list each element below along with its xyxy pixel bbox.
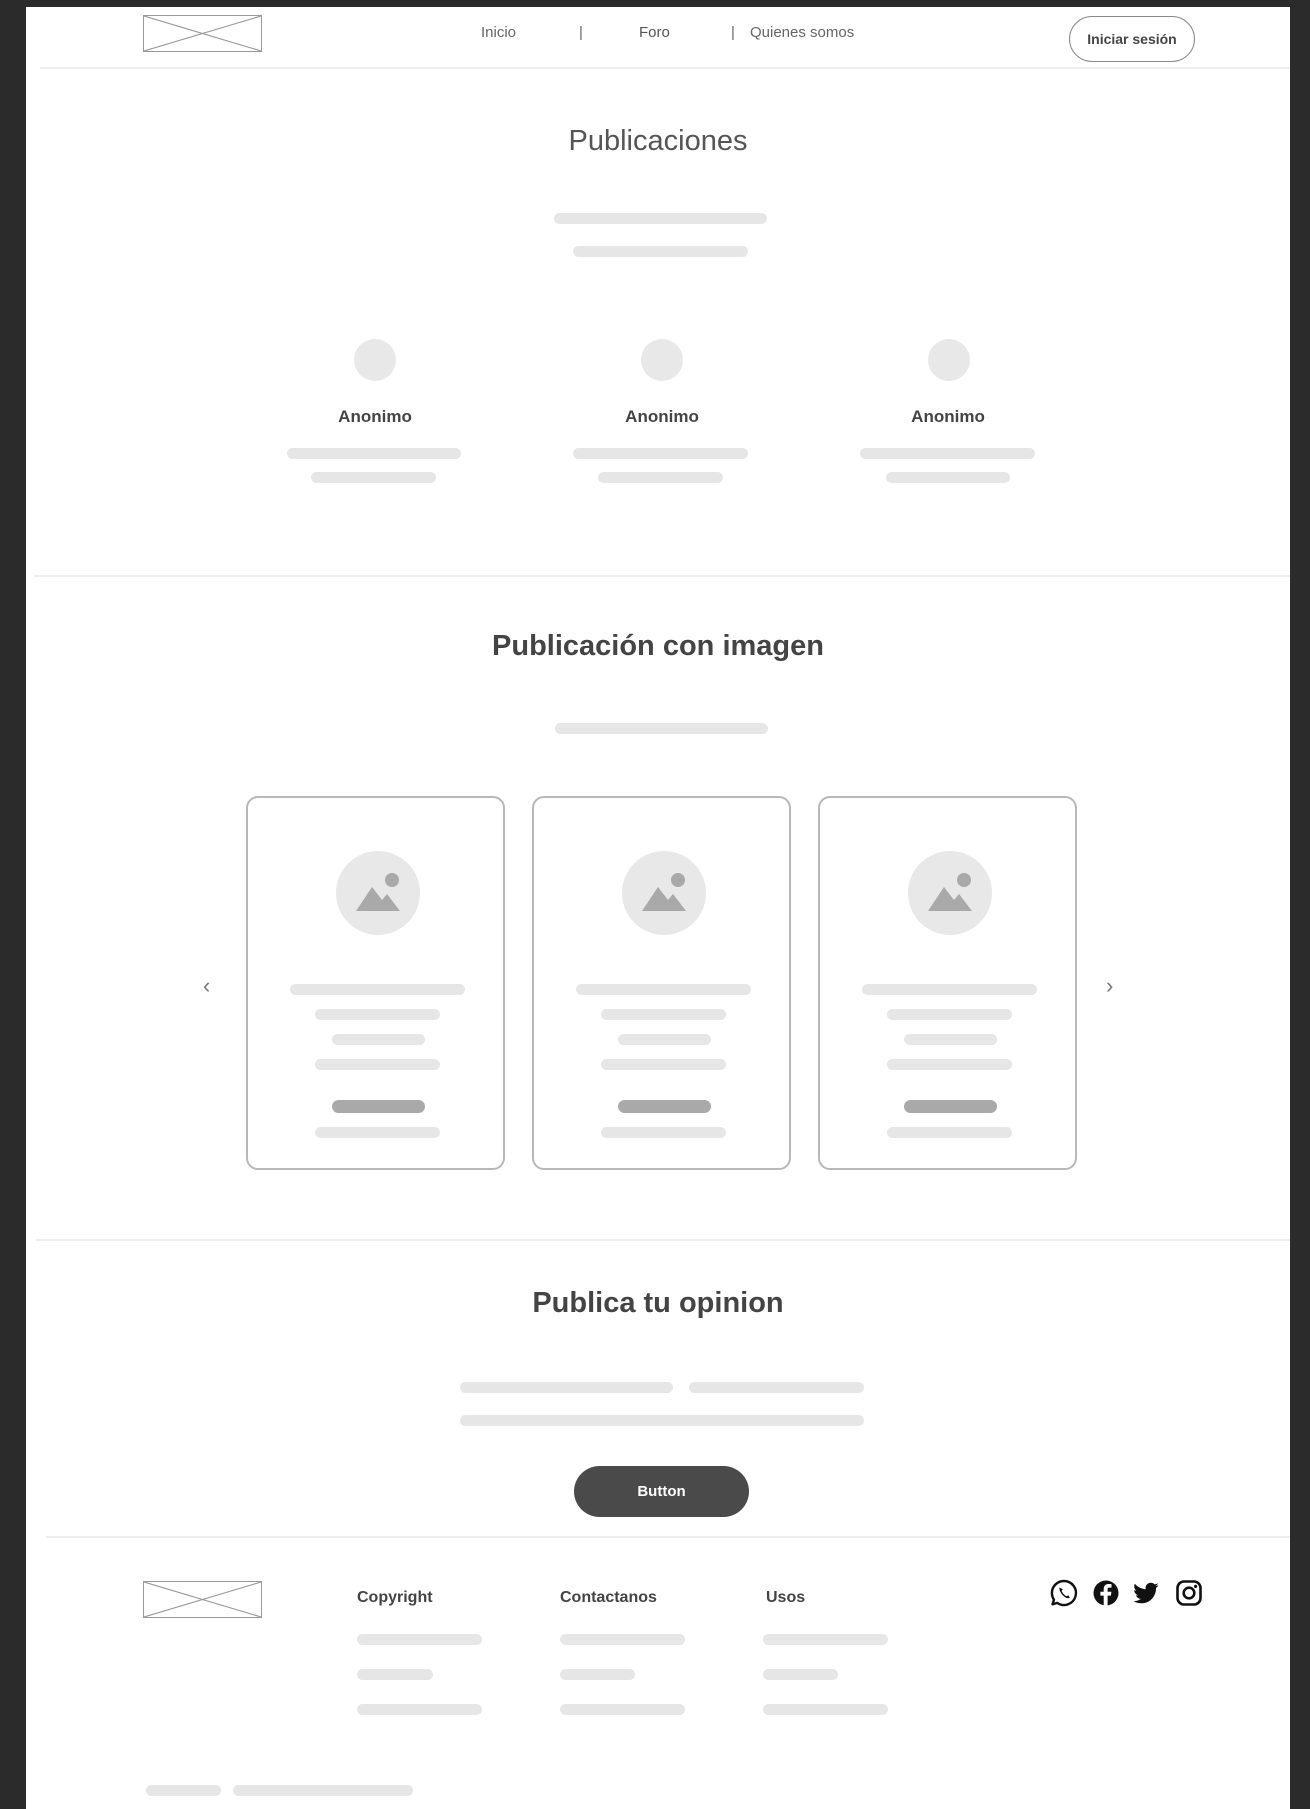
footer-link-placeholder[interactable] <box>560 1634 685 1645</box>
text-placeholder <box>290 984 465 995</box>
nav-foro[interactable]: Foro <box>639 24 670 41</box>
text-placeholder <box>315 1127 440 1138</box>
text-placeholder <box>601 1127 726 1138</box>
text-placeholder <box>598 472 723 483</box>
image-icon <box>622 851 706 935</box>
logo-placeholder[interactable] <box>143 15 262 52</box>
author-name: Anonimo <box>338 407 412 426</box>
text-placeholder <box>554 213 767 224</box>
footer-link-placeholder[interactable] <box>357 1634 482 1645</box>
text-placeholder <box>887 1127 1012 1138</box>
whatsapp-icon[interactable] <box>1049 1578 1079 1608</box>
submit-button[interactable]: Button <box>574 1466 749 1517</box>
footer-bottom-placeholder <box>146 1785 221 1796</box>
image-card[interactable] <box>246 796 505 1170</box>
page: Inicio | Foro | Quienes somos Iniciar se… <box>26 7 1290 1809</box>
text-placeholder <box>618 1034 711 1045</box>
footer-link-placeholder[interactable] <box>560 1704 685 1715</box>
text-placeholder <box>573 246 748 257</box>
carousel-next-arrow[interactable]: › <box>1106 973 1113 999</box>
input-placeholder[interactable] <box>460 1382 673 1393</box>
card-button-placeholder[interactable] <box>332 1100 425 1113</box>
section-divider <box>34 575 1290 577</box>
footer-link-placeholder[interactable] <box>357 1704 482 1715</box>
footer-bottom-placeholder <box>233 1785 413 1796</box>
nav-separator: | <box>579 24 583 41</box>
text-placeholder <box>904 1034 997 1045</box>
footer-link-placeholder[interactable] <box>763 1634 888 1645</box>
text-placeholder <box>860 448 1035 459</box>
footer-link-placeholder[interactable] <box>357 1669 433 1680</box>
text-placeholder <box>601 1059 726 1070</box>
header-divider <box>40 67 1290 69</box>
login-button[interactable]: Iniciar sesión <box>1069 16 1195 62</box>
section-title-publicaciones: Publicaciones <box>568 125 748 157</box>
text-placeholder <box>315 1009 440 1020</box>
nav-quienes-somos[interactable]: Quienes somos <box>750 24 854 41</box>
avatar <box>641 339 683 381</box>
text-placeholder <box>332 1034 425 1045</box>
image-card[interactable] <box>818 796 1077 1170</box>
footer-link-placeholder[interactable] <box>560 1669 635 1680</box>
avatar <box>354 339 396 381</box>
instagram-icon[interactable] <box>1174 1578 1204 1608</box>
text-placeholder <box>573 448 748 459</box>
avatar <box>928 339 970 381</box>
text-placeholder <box>311 472 436 483</box>
footer-heading-contactanos: Contactanos <box>560 1589 657 1606</box>
footer-link-placeholder[interactable] <box>763 1704 888 1715</box>
input-placeholder[interactable] <box>689 1382 864 1393</box>
text-placeholder <box>601 1009 726 1020</box>
image-icon <box>336 851 420 935</box>
facebook-icon[interactable] <box>1091 1578 1121 1608</box>
footer-divider <box>46 1536 1290 1538</box>
text-placeholder <box>862 984 1037 995</box>
text-placeholder <box>576 984 751 995</box>
author-name: Anonimo <box>911 407 985 426</box>
section-divider <box>36 1239 1290 1241</box>
text-placeholder <box>555 723 768 734</box>
author-name: Anonimo <box>625 407 699 426</box>
text-placeholder <box>315 1059 440 1070</box>
card-button-placeholder[interactable] <box>904 1100 997 1113</box>
footer-heading-copyright: Copyright <box>357 1589 433 1606</box>
nav-separator: | <box>731 24 735 41</box>
footer-link-placeholder[interactable] <box>763 1669 838 1680</box>
nav-inicio[interactable]: Inicio <box>481 24 516 41</box>
image-icon <box>908 851 992 935</box>
footer-heading-usos: Usos <box>766 1589 806 1606</box>
textarea-placeholder[interactable] <box>460 1415 864 1426</box>
section-title-imagen: Publicación con imagen <box>492 630 824 662</box>
card-button-placeholder[interactable] <box>618 1100 711 1113</box>
footer-logo-placeholder[interactable] <box>143 1581 262 1618</box>
twitter-icon[interactable] <box>1131 1578 1161 1608</box>
text-placeholder <box>287 448 461 459</box>
text-placeholder <box>887 1009 1012 1020</box>
image-card[interactable] <box>532 796 791 1170</box>
carousel-prev-arrow[interactable]: ‹ <box>203 973 210 999</box>
section-title-opinion: Publica tu opinion <box>532 1287 784 1319</box>
text-placeholder <box>886 472 1010 483</box>
text-placeholder <box>887 1059 1012 1070</box>
